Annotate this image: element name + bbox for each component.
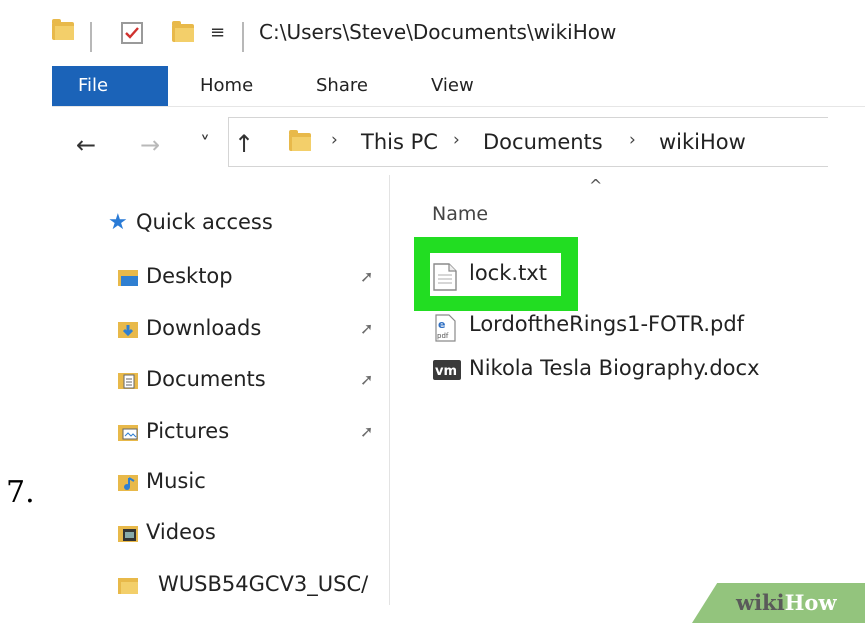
- pin-icon[interactable]: ➚: [360, 422, 373, 441]
- sidebar-item-label: Videos: [146, 520, 216, 544]
- window-title-path: C:\Users\Steve\Documents\wikiHow: [259, 20, 617, 44]
- forward-arrow-icon[interactable]: →: [140, 133, 160, 157]
- pin-icon[interactable]: ➚: [360, 370, 373, 389]
- videos-folder-icon: [118, 526, 138, 542]
- file-name: Nikola Tesla Biography.docx: [469, 356, 760, 380]
- wikihow-watermark-logo: wikiHow: [736, 590, 837, 615]
- vm-docx-icon: vm: [433, 360, 461, 380]
- title-separator: [90, 22, 92, 52]
- breadcrumb-chevron-icon: ›: [629, 130, 636, 150]
- tab-file[interactable]: File: [52, 66, 168, 106]
- pictures-folder-icon: [118, 425, 138, 441]
- svg-text:pdf: pdf: [437, 332, 449, 340]
- quick-access-star-icon: ★: [108, 210, 128, 235]
- recent-locations-chevron-icon[interactable]: ˅: [200, 132, 210, 156]
- column-header-name[interactable]: Name: [432, 203, 488, 225]
- pdf-file-icon: e pdf: [435, 314, 456, 342]
- music-folder-icon: [118, 475, 138, 491]
- sidebar-item-label: Documents: [146, 367, 266, 391]
- properties-checkbox-icon[interactable]: [121, 22, 143, 44]
- title-separator-2: [242, 22, 244, 52]
- sidebar-item-label: WUSB54GCV3_USC/: [158, 572, 369, 596]
- breadcrumb-chevron-icon: ›: [453, 130, 460, 150]
- address-folder-icon: [289, 130, 311, 151]
- pin-icon[interactable]: ➚: [360, 319, 373, 338]
- tab-share[interactable]: Share: [316, 66, 368, 106]
- ribbon-tabs: File Home Share View: [52, 66, 865, 107]
- new-folder-icon[interactable]: [172, 21, 194, 42]
- quick-access-label: Quick access: [136, 210, 273, 234]
- pin-icon[interactable]: ➚: [360, 267, 373, 286]
- sidebar-item-label: Downloads: [146, 316, 262, 340]
- sidebar-item-label: Pictures: [146, 419, 230, 443]
- desktop-folder-icon: [118, 270, 138, 286]
- svg-text:vm: vm: [435, 364, 457, 379]
- step-number: 7.: [6, 475, 35, 510]
- file-name: lock.txt: [469, 261, 547, 285]
- sidebar-item-label: Desktop: [146, 264, 233, 288]
- address-bar[interactable]: › This PC › Documents › wikiHow: [228, 117, 828, 167]
- text-file-icon: [433, 263, 457, 291]
- title-bar: ≡ C:\Users\Steve\Documents\wikiHow: [52, 0, 865, 66]
- breadcrumb-this-pc[interactable]: This PC: [361, 130, 438, 154]
- breadcrumb-wikihow[interactable]: wikiHow: [659, 130, 746, 154]
- tab-view[interactable]: View: [431, 66, 474, 106]
- svg-text:e: e: [438, 318, 445, 331]
- folder-icon: [118, 578, 138, 594]
- sidebar-item-label: Music: [146, 469, 206, 493]
- customize-toolbar-dropdown-icon[interactable]: ≡: [210, 22, 225, 43]
- back-arrow-icon[interactable]: ←: [76, 133, 96, 157]
- tab-home[interactable]: Home: [200, 66, 253, 106]
- sort-ascending-caret-icon[interactable]: ^: [589, 176, 602, 195]
- breadcrumb-documents[interactable]: Documents: [483, 130, 603, 154]
- breadcrumb-chevron-icon: ›: [331, 130, 338, 150]
- folder-icon: [52, 19, 74, 40]
- pane-divider[interactable]: [389, 175, 390, 605]
- file-name: LordoftheRings1-FOTR.pdf: [469, 312, 745, 336]
- sidebar-item-wusb54gcv3[interactable]: WUSB54GCV3_USC/: [118, 572, 390, 602]
- downloads-folder-icon: [118, 322, 138, 338]
- documents-folder-icon: [118, 373, 138, 389]
